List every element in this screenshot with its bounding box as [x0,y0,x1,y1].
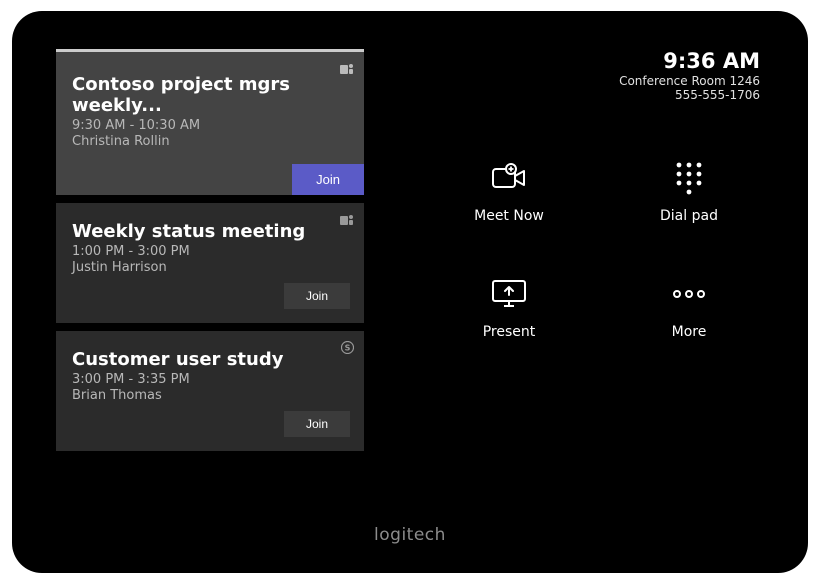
teams-icon [340,60,354,79]
meeting-time: 1:00 PM - 3:00 PM [72,244,348,259]
meeting-card-current[interactable]: Contoso project mgrs weekly... 9:30 AM -… [56,49,364,195]
present-screen-icon [485,274,533,314]
quick-actions: Meet Now Dial pad [424,158,764,340]
dial-pad-button[interactable]: Dial pad [614,158,764,224]
meeting-title: Weekly status meeting [72,221,348,242]
meeting-title: Contoso project mgrs weekly... [72,74,348,116]
action-label: Dial pad [660,208,718,224]
meeting-card[interactable]: Weekly status meeting 1:00 PM - 3:00 PM … [56,203,364,323]
meeting-organizer: Christina Rollin [72,134,348,149]
action-label: More [672,324,707,340]
svg-text:S: S [345,343,351,352]
meet-now-button[interactable]: Meet Now [434,158,584,224]
meeting-organizer: Brian Thomas [72,388,348,403]
action-label: Present [483,324,536,340]
meeting-title: Customer user study [72,349,348,370]
meeting-time: 3:00 PM - 3:35 PM [72,372,348,387]
meeting-time: 9:30 AM - 10:30 AM [72,118,348,133]
room-status: 9:36 AM Conference Room 1246 555-555-170… [424,49,764,102]
device-frame: Contoso project mgrs weekly... 9:30 AM -… [12,11,808,573]
join-button[interactable]: Join [292,164,364,195]
present-button[interactable]: Present [434,274,584,340]
join-button[interactable]: Join [284,411,350,437]
right-pane: 9:36 AM Conference Room 1246 555-555-170… [364,49,764,521]
dialpad-icon [665,158,713,198]
more-button[interactable]: More [614,274,764,340]
video-camera-icon [485,158,533,198]
meeting-organizer: Justin Harrison [72,260,348,275]
screen: Contoso project mgrs weekly... 9:30 AM -… [56,49,764,521]
meetings-list: Contoso project mgrs weekly... 9:30 AM -… [56,49,364,521]
action-label: Meet Now [474,208,544,224]
more-dots-icon [665,274,713,314]
meeting-card[interactable]: S Customer user study 3:00 PM - 3:35 PM … [56,331,364,451]
clock: 9:36 AM [424,49,760,73]
device-brand: logitech [56,525,764,545]
teams-icon [340,211,354,230]
join-button[interactable]: Join [284,283,350,309]
skype-icon: S [341,339,354,358]
room-phone: 555-555-1706 [424,88,760,102]
room-name: Conference Room 1246 [424,74,760,88]
